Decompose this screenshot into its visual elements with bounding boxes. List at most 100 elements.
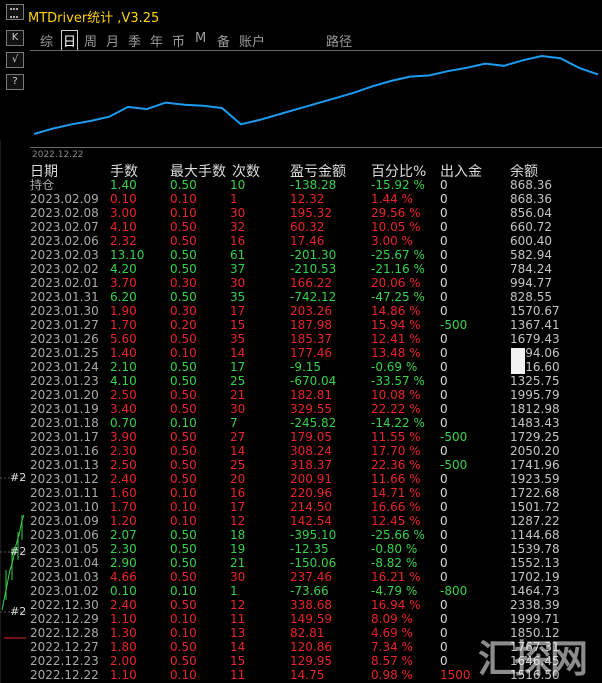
help-button[interactable]: ?	[6, 74, 24, 90]
tab-summary[interactable]: 综	[40, 31, 53, 50]
row-count: 11	[230, 612, 246, 626]
row-max-lots: 0.50	[170, 332, 197, 346]
chart-style-button[interactable]: K	[6, 30, 24, 46]
table-row[interactable]: 2022.12.30 2.40 0.50 12 338.68 16.94 % 0 2338.3…	[30, 598, 590, 612]
row-percent: 22.36 %	[371, 458, 421, 472]
equity-curve-chart	[33, 54, 599, 135]
row-count: 20	[230, 472, 246, 486]
tab-account[interactable]: 账户	[239, 31, 265, 50]
row-max-lots: 0.10	[170, 584, 197, 598]
table-row[interactable]: 2023.01.10 1.70 0.10 17 214.50 16.66 % 0 1501.7…	[30, 500, 590, 514]
row-pnl: -245.82	[290, 416, 337, 430]
table-row[interactable]: 2023.01.17 3.90 0.50 27 179.05 11.55 % -500 172…	[30, 430, 590, 444]
tab-path[interactable]: 路径	[326, 31, 352, 50]
table-row[interactable]: 2023.02.08 3.00 0.10 30 195.32 29.56 % 0 856.04	[30, 206, 590, 220]
row-lots: 3.90	[110, 430, 137, 444]
table-row[interactable]: 2023.01.12 2.40 0.50 20 200.91 11.66 % 0 1923.5…	[30, 472, 590, 486]
row-count: 16	[230, 234, 246, 248]
row-max-lots: 0.50	[170, 528, 197, 542]
table-row[interactable]: 2023.01.24 2.10 0.50 17 -9.15 -0.69 % 0 1316.60	[30, 360, 590, 374]
row-balance: 1464.73	[510, 584, 560, 598]
table-row[interactable]: 2023.02.03 13.10 0.50 61 -201.30 -25.67 % 0 582…	[30, 248, 590, 262]
row-balance: 828.55	[510, 290, 552, 304]
row-lots: 4.10	[110, 374, 137, 388]
row-percent: 0.98 %	[371, 668, 413, 682]
row-max-lots: 0.50	[170, 598, 197, 612]
table-row[interactable]: 2023.02.09 0.10 0.10 1 12.32 1.44 % 0 868.36	[30, 192, 590, 206]
row-percent: 10.05 %	[371, 220, 421, 234]
table-row[interactable]: 2023.01.25 1.40 0.10 14 177.46 13.48 % 0 1494.0…	[30, 346, 590, 360]
tab-weekly[interactable]: 周	[84, 31, 97, 50]
row-lots: 4.66	[110, 570, 137, 584]
table-row[interactable]: 2023.01.13 2.50 0.50 25 318.37 22.36 % -500 174…	[30, 458, 590, 472]
table-row[interactable]: 2023.01.06 2.07 0.50 18 -395.10 -25.66 % 0 1144…	[30, 528, 590, 542]
row-max-lots: 0.50	[170, 178, 197, 192]
row-percent: -25.66 %	[371, 528, 425, 542]
row-flow: 0	[440, 556, 448, 570]
row-count: 21	[230, 556, 246, 570]
table-row[interactable]: 2023.01.26 5.60 0.50 35 185.37 12.41 % 0 1679.4…	[30, 332, 590, 346]
row-flow: 0	[440, 500, 448, 514]
table-row[interactable]: 2023.02.02 4.20 0.50 37 -210.53 -21.16 % 0 784.…	[30, 262, 590, 276]
row-lots: 4.10	[110, 220, 137, 234]
row-count: 17	[230, 360, 246, 374]
table-row[interactable]: 2023.02.07 4.10 0.50 32 60.32 10.05 % 0 660.72	[30, 220, 590, 234]
tab-yearly[interactable]: 年	[150, 31, 163, 50]
row-count: 37	[230, 262, 246, 276]
row-pnl: 329.55	[290, 402, 332, 416]
row-max-lots: 0.50	[170, 402, 197, 416]
table-row[interactable]: 持仓 1.40 0.50 10 -138.28 -15.92 % 0 868.36	[30, 178, 590, 192]
table-row[interactable]: 2023.02.06 2.32 0.50 16 17.46 3.00 % 0 600.40	[30, 234, 590, 248]
table-row[interactable]: 2022.12.29 1.10 0.10 11 149.59 8.09 % 0 1999.71	[30, 612, 590, 626]
tab-currency[interactable]: 币	[172, 31, 185, 50]
row-lots: 0.70	[110, 416, 137, 430]
row-max-lots: 0.50	[170, 360, 197, 374]
table-row[interactable]: 2023.01.04 2.90 0.50 21 -150.06 -8.82 % 0 1552.…	[30, 556, 590, 570]
row-date: 2023.01.09	[30, 514, 99, 528]
table-row[interactable]: 2023.02.01 3.70 0.30 30 166.22 20.06 % 0 994.77	[30, 276, 590, 290]
table-row[interactable]: 2023.01.23 4.10 0.50 25 -670.04 -33.57 % 0 1325…	[30, 374, 590, 388]
row-flow: 0	[440, 598, 448, 612]
row-lots: 2.30	[110, 542, 137, 556]
row-date: 2023.01.03	[30, 570, 99, 584]
table-row[interactable]: 2023.01.09 1.20 0.10 12 142.54 12.45 % 0 1287.2…	[30, 514, 590, 528]
row-lots: 1.30	[110, 626, 137, 640]
row-max-lots: 0.50	[170, 290, 197, 304]
tab-monthly[interactable]: 月	[106, 31, 119, 50]
row-percent: 8.57 %	[371, 654, 413, 668]
table-row[interactable]: 2023.01.05 2.30 0.50 19 -12.35 -0.80 % 0 1539.7…	[30, 542, 590, 556]
title-bar[interactable]: MTDriver统计 ,V3.25	[0, 0, 602, 30]
table-row[interactable]: 2023.01.20 2.50 0.50 21 182.81 10.08 % 0 1995.7…	[30, 388, 590, 402]
row-percent: 16.21 %	[371, 570, 421, 584]
row-date: 2023.01.11	[30, 486, 99, 500]
tab-magic[interactable]: M	[195, 31, 206, 46]
row-max-lots: 0.50	[170, 542, 197, 556]
table-row[interactable]: 2023.01.27 1.70 0.20 15 187.98 15.94 % -500 136…	[30, 318, 590, 332]
tab-daily[interactable]: 日	[61, 30, 79, 51]
row-percent: 16.94 %	[371, 598, 421, 612]
row-date: 2022.12.30	[30, 598, 99, 612]
table-row[interactable]: 2023.01.18 0.70 0.10 7 -245.82 -14.22 % 0 1483.…	[30, 416, 590, 430]
row-flow: 0	[440, 444, 448, 458]
tab-quarterly[interactable]: 季	[128, 31, 141, 50]
table-row[interactable]: 2023.01.30 1.90 0.30 17 203.26 14.86 % 0 1570.6…	[30, 304, 590, 318]
row-max-lots: 0.50	[170, 654, 197, 668]
table-row[interactable]: 2023.01.19 3.40 0.50 30 329.55 22.22 % 0 1812.9…	[30, 402, 590, 416]
table-row[interactable]: 2023.01.02 0.10 0.10 1 -73.66 -4.79 % -800 1464…	[30, 584, 590, 598]
row-lots: 2.10	[110, 360, 137, 374]
row-balance: 1722.68	[510, 486, 560, 500]
check-button[interactable]: √	[6, 52, 24, 68]
row-balance: 1812.98	[510, 402, 560, 416]
row-lots: 1.10	[110, 668, 137, 682]
row-flow: 0	[440, 514, 448, 528]
row-pnl: 17.46	[290, 234, 325, 248]
table-row[interactable]: 2023.01.03 4.66 0.50 30 237.46 16.21 % 0 1702.1…	[30, 570, 590, 584]
tab-notes[interactable]: 备	[217, 31, 230, 50]
row-flow: -500	[440, 430, 468, 444]
table-row[interactable]: 2023.01.31 6.20 0.50 35 -742.12 -47.25 % 0 828.…	[30, 290, 590, 304]
row-pnl: 187.98	[290, 318, 332, 332]
table-row[interactable]: 2023.01.11 1.60 0.10 16 220.96 14.71 % 0 1722.6…	[30, 486, 590, 500]
grip-icon[interactable]	[6, 4, 24, 20]
row-balance: 1539.78	[510, 542, 560, 556]
table-row[interactable]: 2023.01.16 2.30 0.50 14 308.24 17.70 % 0 2050.2…	[30, 444, 590, 458]
